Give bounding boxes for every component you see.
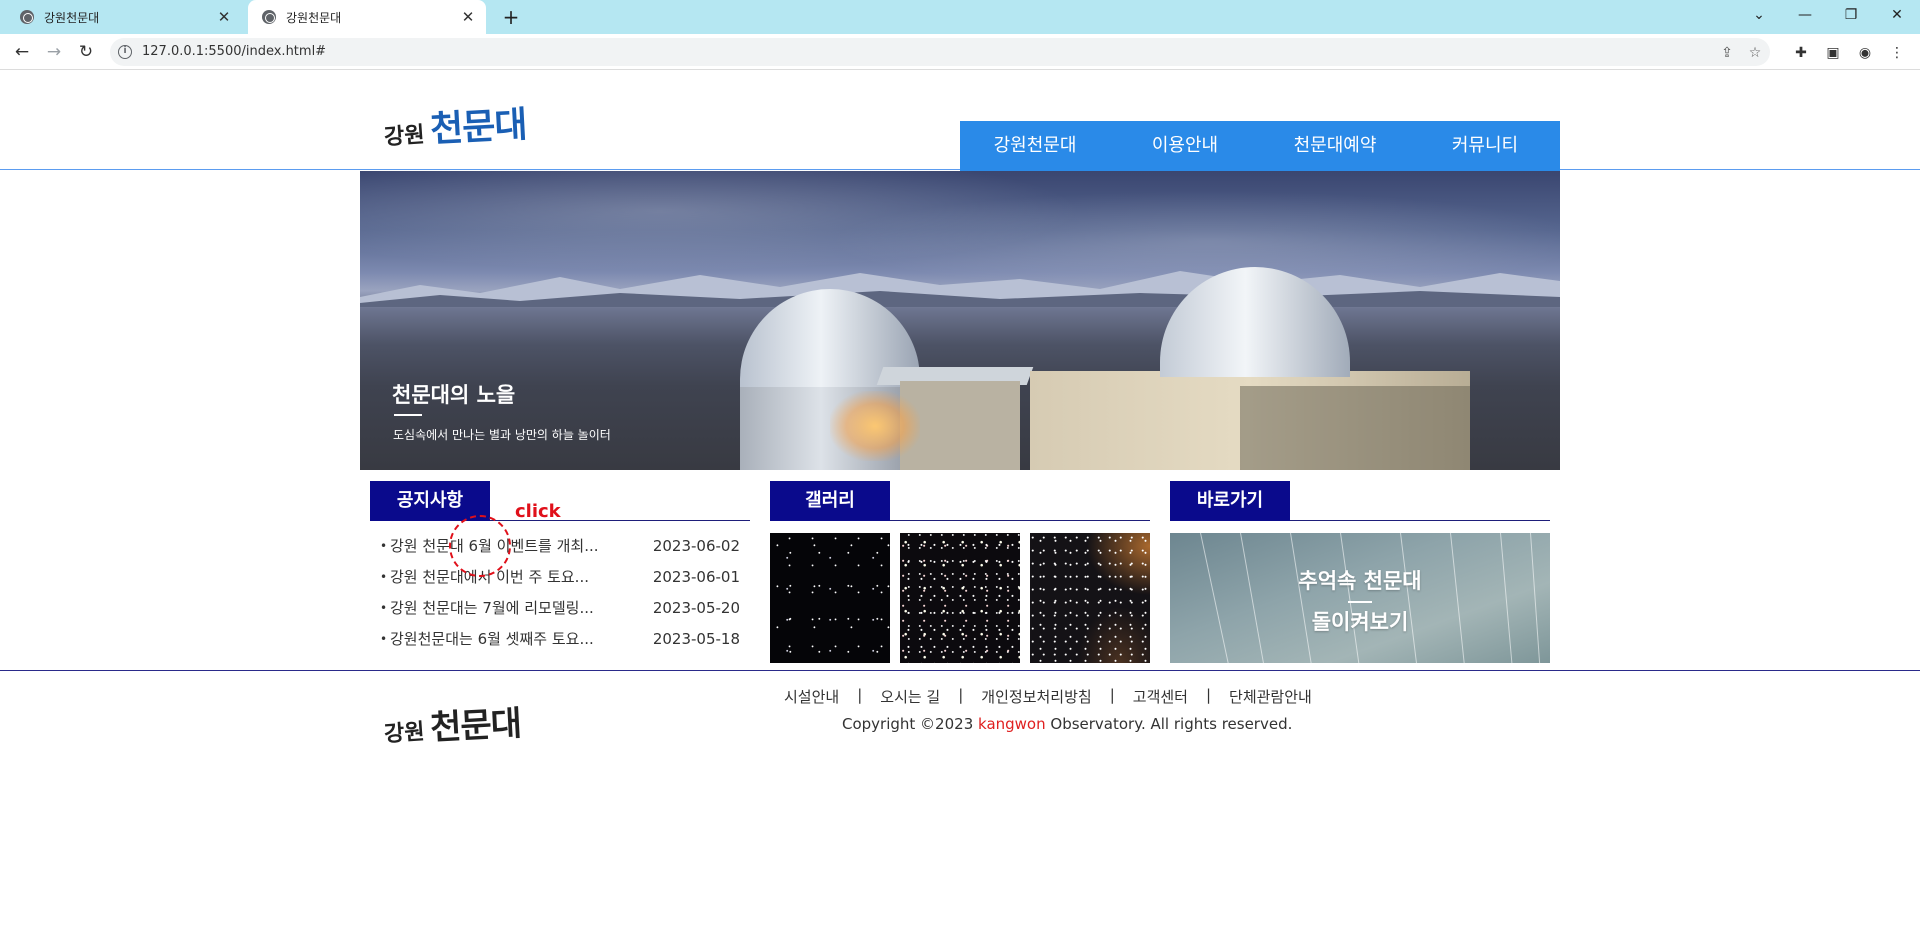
extensions-puzzle-icon[interactable]: ✚ [1792,44,1810,62]
profile-icon[interactable]: ◉ [1856,44,1874,62]
close-tab-icon[interactable]: ✕ [460,9,476,25]
kebab-menu-icon[interactable]: ⋮ [1888,44,1906,62]
shortcut-divider [1348,601,1372,603]
footer-separator: | [958,686,964,704]
info-icon[interactable]: i [118,45,132,59]
browser-toolbar: ← → ↻ i 127.0.0.1:5500/index.html# ⇪ ☆ ✚… [0,34,1920,70]
main-nav: 강원천문대 이용안내 천문대예약 커뮤니티 [960,121,1560,171]
notice-item-date: 2023-05-18 [652,630,740,648]
browser-tab[interactable]: 강원천문대 ✕ [6,0,242,34]
hero-subtitle: 도심속에서 만나는 별과 낭만의 하늘 놀이터 [393,428,611,442]
nav-item-community[interactable]: 커뮤니티 [1410,121,1560,171]
gallery-image[interactable] [1030,533,1150,663]
forward-arrow-icon[interactable]: → [42,40,66,64]
side-panel-icon[interactable]: ▣ [1824,44,1842,62]
globe-icon [20,10,34,24]
notice-item-title[interactable]: 강원 천문대에서 이번 주 토요... [390,564,645,595]
footer-separator: | [1109,686,1115,704]
gallery-section: 갤러리 [770,481,1150,663]
hero-title: 천문대의 노을 [392,383,516,407]
nav-item-observatory[interactable]: 강원천문대 [960,121,1110,171]
footer-separator: | [1205,686,1212,704]
notice-item-date: 2023-06-01 [652,568,740,586]
site-footer: 강원 천문대 시설안내 | 오시는 길 | 개인정보처리방침 | 고객센터 | … [0,670,1920,941]
browser-tab-active[interactable]: 강원천문대 ✕ [248,0,486,34]
reload-icon[interactable]: ↻ [74,40,98,64]
notice-item-title[interactable]: 강원천문대는 6월 셋째주 토요... [390,626,645,657]
shortcut-section: 바로가기 추억속 천문대 돌이켜보기 [1170,481,1550,663]
click-annotation-label: click [515,501,561,522]
footer-link-facility[interactable]: 시설안내 [778,686,845,707]
notice-item-date: 2023-05-20 [652,599,740,617]
footer-logo-big-text: 천문대 [429,703,523,749]
minimize-icon[interactable]: — [1782,0,1828,30]
footer-link-directions[interactable]: 오시는 길 [874,686,946,707]
notice-item-title[interactable]: 강원 천문대 6월 이벤트를 개최... [390,533,645,564]
globe-icon [262,10,276,24]
hero-divider [394,414,422,416]
web-page: 강원 천문대 강원천문대 이용안내 천문대예약 커뮤니티 천문대의 노을 도심속… [0,70,1920,941]
shortcut-text-line2: 돌이켜보기 [1311,610,1409,634]
footer-link-group-tour[interactable]: 단체관람안내 [1223,686,1318,707]
address-bar[interactable]: i 127.0.0.1:5500/index.html# ⇪ ☆ [110,38,1770,66]
notice-item-title[interactable]: 강원 천문대는 7월에 리모델링... [390,595,645,626]
chevron-down-icon[interactable]: ⌄ [1736,0,1782,30]
notice-item-date: 2023-06-02 [652,537,740,555]
footer-links: 시설안내 | 오시는 길 | 개인정보처리방침 | 고객센터 | 단체관람안내 [778,686,1318,707]
shortcut-title[interactable]: 바로가기 [1170,481,1290,521]
site-header: 강원 천문대 강원천문대 이용안내 천문대예약 커뮤니티 [0,70,1920,171]
notice-item[interactable]: • 강원 천문대에서 이번 주 토요... 2023-06-01 [380,564,750,595]
restore-icon[interactable]: ❐ [1828,0,1874,30]
window-close-icon[interactable]: ✕ [1874,0,1920,30]
copyright-text: Copyright ©2023 kangwon Observatory. All… [842,715,1292,733]
copyright-prefix: Copyright ©2023 [842,715,979,733]
notice-item[interactable]: • 강원천문대는 6월 셋째주 토요... 2023-05-18 [380,626,750,657]
footer-separator: | [857,686,863,704]
copyright-suffix: Observatory. All rights reserved. [1045,715,1293,733]
footer-logo-small-text: 강원 [383,718,426,748]
mountain-range [360,271,1560,307]
browser-tab-bar: 강원천문대 ✕ 강원천문대 ✕ + ⌄ — ❐ ✕ [0,0,1920,34]
site-logo[interactable]: 강원 천문대 [383,98,529,151]
click-annotation-circle [449,515,511,577]
copyright-brand: kangwon [978,715,1046,733]
logo-small-text: 강원 [383,121,426,151]
notice-list: • 강원 천문대 6월 이벤트를 개최... 2023-06-02 • 강원 천… [380,533,750,657]
url-text[interactable]: 127.0.0.1:5500/index.html# [142,38,326,66]
hero-banner: 천문대의 노을 도심속에서 만나는 별과 낭만의 하늘 놀이터 [360,171,1560,470]
logo-big-text: 천문대 [429,103,529,151]
bookmark-star-icon[interactable]: ☆ [1746,44,1764,62]
gallery-image[interactable] [900,533,1020,663]
footer-link-privacy[interactable]: 개인정보처리방침 [975,686,1097,707]
tab-title: 강원천문대 [286,10,342,25]
gallery-image[interactable] [770,533,890,663]
tab-title: 강원천문대 [44,10,100,25]
footer-link-support[interactable]: 고객센터 [1127,686,1194,707]
nav-item-reservation[interactable]: 천문대예약 [1260,121,1410,171]
notice-item[interactable]: • 강원 천문대 6월 이벤트를 개최... 2023-06-02 [380,533,750,564]
close-tab-icon[interactable]: ✕ [216,9,232,25]
shortcut-text-line1: 추억속 천문대 [1298,569,1422,593]
gallery-title[interactable]: 갤러리 [770,481,890,521]
nav-item-guide[interactable]: 이용안내 [1110,121,1260,171]
share-icon[interactable]: ⇪ [1718,44,1736,62]
footer-logo[interactable]: 강원 천문대 [383,698,523,749]
back-arrow-icon[interactable]: ← [10,40,34,64]
new-tab-button[interactable]: + [500,6,522,28]
notice-item[interactable]: • 강원 천문대는 7월에 리모델링... 2023-05-20 [380,595,750,626]
shortcut-banner[interactable]: 추억속 천문대 돌이켜보기 [1170,533,1550,663]
gallery-grid [770,533,1150,663]
